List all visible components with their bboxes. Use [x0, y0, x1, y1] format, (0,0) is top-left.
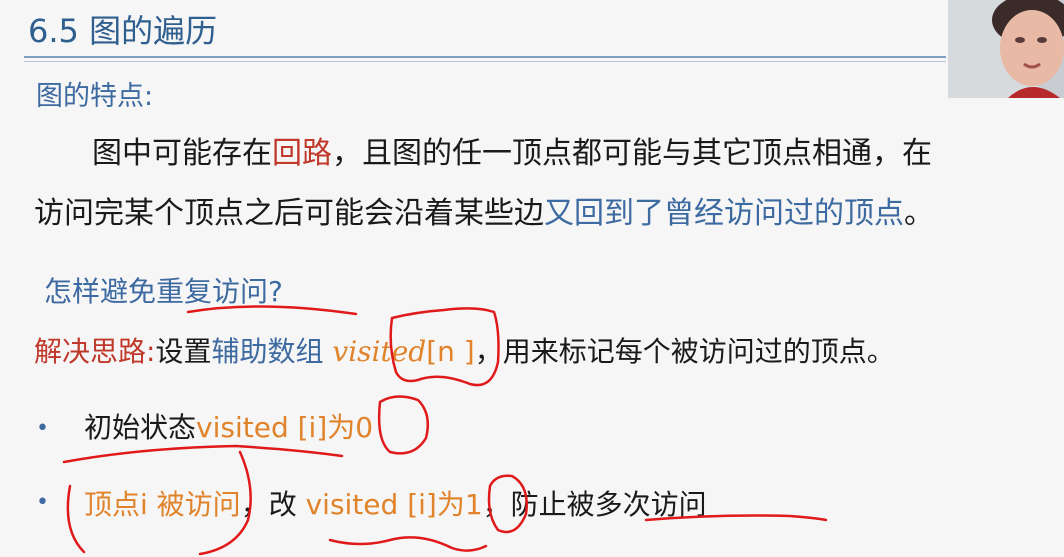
- bullet-text: 初始状态: [84, 411, 197, 444]
- visited-array-name: visited: [332, 335, 427, 368]
- feature-heading: 图的特点:: [36, 81, 154, 112]
- paragraph-text: 图中可能存在: [92, 136, 272, 171]
- bullet-icon: •: [36, 490, 49, 515]
- ink-underline-initial: [62, 444, 344, 464]
- webcam-overlay: [948, 0, 1064, 98]
- bullet-highlight: 顶点i 被访问: [84, 488, 241, 521]
- title-divider: [24, 56, 946, 58]
- visited-array-index: [n ]: [426, 335, 475, 368]
- presenter-video-icon: [948, 0, 1064, 98]
- paragraph-text: 访问完某个顶点之后可能会沿着某些边: [34, 196, 544, 231]
- solution-line: 解决思路:设置辅助数组 visited[n ]，用来标记每个被访问过的顶点。: [34, 330, 895, 370]
- bullet-item-2: 顶点i 被访问，改 visited [i]为1，防止被多次访问: [84, 483, 707, 523]
- bullet-icon: •: [36, 416, 49, 441]
- highlight-loop: 回路: [272, 136, 332, 171]
- highlight-revisit: 又回到了曾经访问过的顶点: [544, 196, 904, 231]
- solution-label: 解决思路:: [34, 335, 156, 368]
- paragraph-text: ，且图的任一顶点都可能与其它顶点相通，在: [332, 136, 932, 171]
- bullet-highlight: visited [i]为1: [305, 488, 483, 521]
- bullet-text: ，改: [240, 488, 306, 521]
- solution-text: 设置: [155, 335, 212, 368]
- bullet-item-1: 初始状态visited [i]为0: [84, 406, 373, 446]
- ink-underline-visited: [328, 536, 488, 552]
- paragraph-line-1: 图中可能存在回路，且图的任一顶点都可能与其它顶点相通，在: [92, 128, 932, 172]
- page-title: 6.5 图的遍历: [28, 12, 218, 50]
- paragraph-line-2: 访问完某个顶点之后可能会沿着某些边又回到了曾经访问过的顶点。: [34, 188, 934, 232]
- bullet-text: ，防止被多次访问: [482, 488, 707, 521]
- paragraph-text: 。: [904, 196, 934, 231]
- solution-text: ，用来标记每个被访问过的顶点。: [474, 335, 895, 368]
- bullet-highlight: visited [i]为0: [196, 411, 374, 444]
- aux-array-text: 辅助数组: [211, 335, 324, 368]
- title-divider-thin: [24, 61, 946, 62]
- ink-circle-zero: [377, 395, 429, 455]
- question-heading: 怎样避免重复访问?: [44, 275, 283, 308]
